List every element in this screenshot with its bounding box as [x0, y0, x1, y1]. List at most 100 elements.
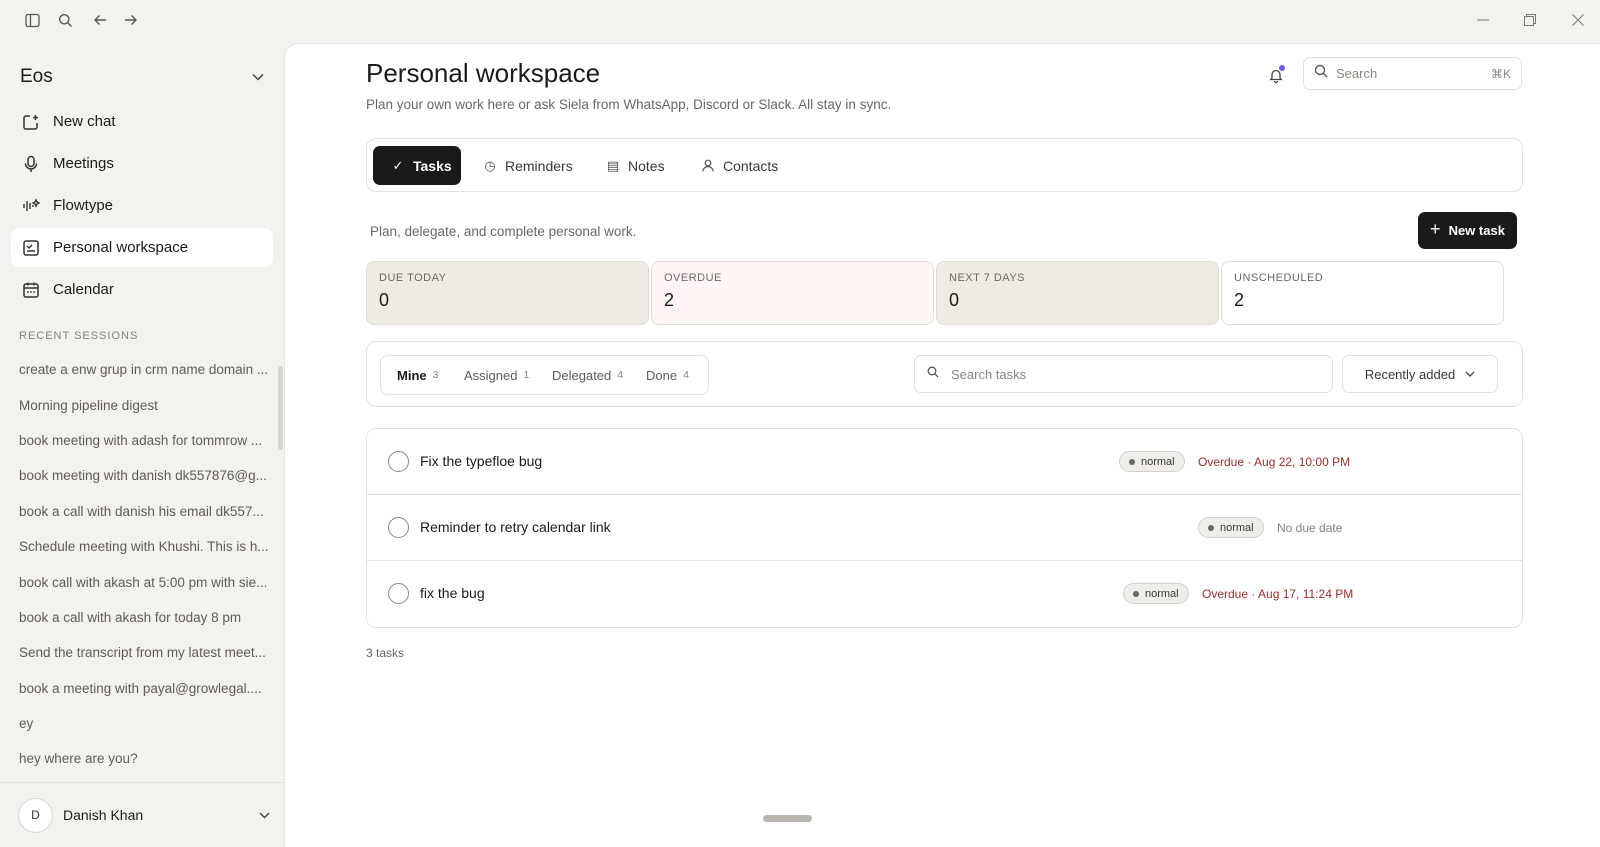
recent-session-item[interactable]: book a call with akash for today 8 pm — [19, 600, 269, 635]
filter-label: Mine — [397, 367, 427, 383]
priority-label: normal — [1220, 521, 1254, 534]
tab-reminders[interactable]: ◷ Reminders — [483, 146, 583, 185]
sidebar-divider — [0, 782, 284, 783]
new-task-button[interactable]: + New task — [1418, 212, 1517, 249]
task-count: 3 tasks — [366, 646, 405, 660]
stat-label: UNSCHEDULED — [1234, 272, 1324, 284]
task-row[interactable]: fix the bug normal Overdue · Aug 17, 11:… — [367, 561, 1522, 627]
sidebar-item-new-chat[interactable]: New chat — [11, 102, 273, 141]
recent-session-item[interactable]: book meeting with danish dk557876@g... — [19, 458, 269, 493]
microphone-icon — [22, 155, 40, 173]
recent-session-item[interactable]: book a call with danish his email dk557.… — [19, 494, 269, 529]
task-complete-checkbox[interactable] — [388, 583, 409, 604]
sidebar-item-flowtype[interactable]: Flowtype — [11, 186, 273, 225]
task-due-date: Overdue · Aug 17, 11:24 PM — [1202, 587, 1354, 601]
sidebar-item-calendar[interactable]: Calendar — [11, 270, 273, 309]
sidebar-item-personal-workspace[interactable]: Personal workspace — [11, 228, 273, 267]
task-title: Fix the typefloe bug — [420, 453, 543, 469]
task-search-input[interactable]: Search tasks — [914, 355, 1333, 393]
avatar: D — [18, 797, 53, 833]
search-icon — [927, 365, 939, 383]
priority-badge: normal — [1123, 583, 1189, 604]
recent-session-item[interactable]: book call with akash at 5:00 pm with sie… — [19, 564, 269, 599]
page-title: Personal workspace — [366, 58, 601, 88]
search-shortcut: ⌘K — [1490, 66, 1511, 81]
filter-label: Assigned — [464, 367, 518, 383]
stat-value: 2 — [664, 290, 675, 310]
stat-card-unscheduled[interactable]: UNSCHEDULED 2 — [1221, 261, 1504, 325]
filter-delegated[interactable]: Delegated 4 — [552, 356, 623, 394]
sort-dropdown[interactable]: Recently added — [1342, 355, 1498, 393]
sort-label: Recently added — [1364, 366, 1456, 382]
sidebar-item-label: Calendar — [53, 281, 114, 298]
filter-count: 4 — [617, 369, 624, 381]
back-arrow-icon[interactable] — [90, 10, 110, 30]
tasks-section-subtitle: Plan, delegate, and complete personal wo… — [370, 224, 637, 239]
checkmark-icon: ✓ — [392, 157, 404, 173]
workspace-tabs: ✓ Tasks ◷ Reminders ▤ Notes Contacts — [366, 138, 1523, 192]
task-row[interactable]: Fix the typefloe bug normal Overdue · Au… — [367, 429, 1522, 495]
sidebar-toggle-icon[interactable] — [22, 10, 42, 30]
sidebar-item-label: Flowtype — [53, 197, 114, 214]
recent-session-item[interactable]: create a enw grup in crm name domain ... — [19, 352, 269, 387]
tab-contacts[interactable]: Contacts — [701, 146, 791, 185]
task-title: Reminder to retry calendar link — [420, 519, 611, 535]
priority-dot-icon — [1133, 590, 1139, 597]
filter-assigned[interactable]: Assigned 1 — [464, 356, 529, 394]
tab-label: Notes — [628, 157, 665, 174]
user-menu[interactable]: D Danish Khan — [18, 797, 270, 833]
tab-label: Contacts — [723, 157, 779, 174]
close-icon[interactable] — [1568, 10, 1588, 30]
notification-bell-icon[interactable] — [1266, 65, 1286, 85]
recent-session-item[interactable]: book a meeting with payal@growlegal.... — [19, 671, 269, 706]
new-chat-icon — [22, 113, 40, 131]
search-placeholder: Search — [1336, 66, 1378, 81]
sidebar-scrollbar[interactable] — [278, 366, 283, 450]
plus-icon: + — [1430, 219, 1441, 239]
minimize-icon[interactable] — [1473, 10, 1493, 30]
task-search-placeholder: Search tasks — [951, 366, 1027, 382]
chevron-down-icon — [1465, 371, 1475, 377]
task-list: Fix the typefloe bug normal Overdue · Au… — [366, 428, 1523, 628]
forward-arrow-icon[interactable] — [121, 10, 141, 30]
search-icon[interactable] — [55, 10, 75, 30]
search-icon — [1314, 64, 1328, 83]
filter-done[interactable]: Done 4 — [646, 356, 689, 394]
stat-value: 0 — [379, 290, 390, 310]
recent-sessions-heading: RECENT SESSIONS — [19, 330, 139, 342]
filter-label: Done — [646, 367, 678, 383]
task-complete-checkbox[interactable] — [388, 451, 409, 472]
sidebar-item-label: Meetings — [53, 155, 114, 172]
workspace-switcher[interactable]: Eos — [20, 62, 264, 92]
workspace-icon — [22, 239, 40, 257]
stat-card-next-7-days[interactable]: NEXT 7 DAYS 0 — [936, 261, 1219, 325]
sidebar-item-meetings[interactable]: Meetings — [11, 144, 273, 183]
stat-value: 2 — [1234, 290, 1245, 310]
recent-session-item[interactable]: Send the transcript from my latest meet.… — [19, 635, 269, 670]
tab-notes[interactable]: ▤ Notes — [606, 146, 676, 185]
restore-icon[interactable] — [1520, 10, 1540, 30]
recent-session-item[interactable]: Schedule meeting with Khushi. This is h.… — [19, 529, 269, 564]
person-icon — [701, 159, 715, 173]
recent-session-item[interactable]: ey — [19, 706, 269, 741]
sidebar-item-label: Personal workspace — [53, 239, 189, 256]
filter-count: 4 — [683, 369, 689, 381]
resize-handle[interactable] — [763, 815, 812, 822]
task-complete-checkbox[interactable] — [388, 517, 409, 538]
recent-session-item[interactable]: Morning pipeline digest — [19, 387, 269, 422]
filter-label: Delegated — [552, 367, 612, 383]
tab-label: Reminders — [505, 157, 573, 174]
workspace-name: Eos — [20, 66, 53, 87]
sidebar-nav: New chat Meetings Flowtype Personal work… — [11, 102, 273, 312]
filter-mine[interactable]: Mine 3 — [397, 356, 438, 394]
recent-session-item[interactable]: hey where are you? — [19, 741, 269, 776]
search-input[interactable]: Search ⌘K — [1303, 57, 1522, 90]
task-row[interactable]: Reminder to retry calendar link normal N… — [367, 495, 1522, 561]
task-scope-segmented-control: Mine 3 Assigned 1 Delegated 4 Done 4 — [380, 355, 709, 395]
stat-card-due-today[interactable]: DUE TODAY 0 — [366, 261, 649, 325]
main-panel: Personal workspace Plan your own work he… — [284, 43, 1600, 847]
tab-tasks[interactable]: ✓ Tasks — [373, 146, 461, 185]
stat-card-overdue[interactable]: OVERDUE 2 — [651, 261, 934, 325]
new-task-label: New task — [1448, 223, 1505, 238]
recent-session-item[interactable]: book meeting with adash for tommrow ... — [19, 423, 269, 458]
